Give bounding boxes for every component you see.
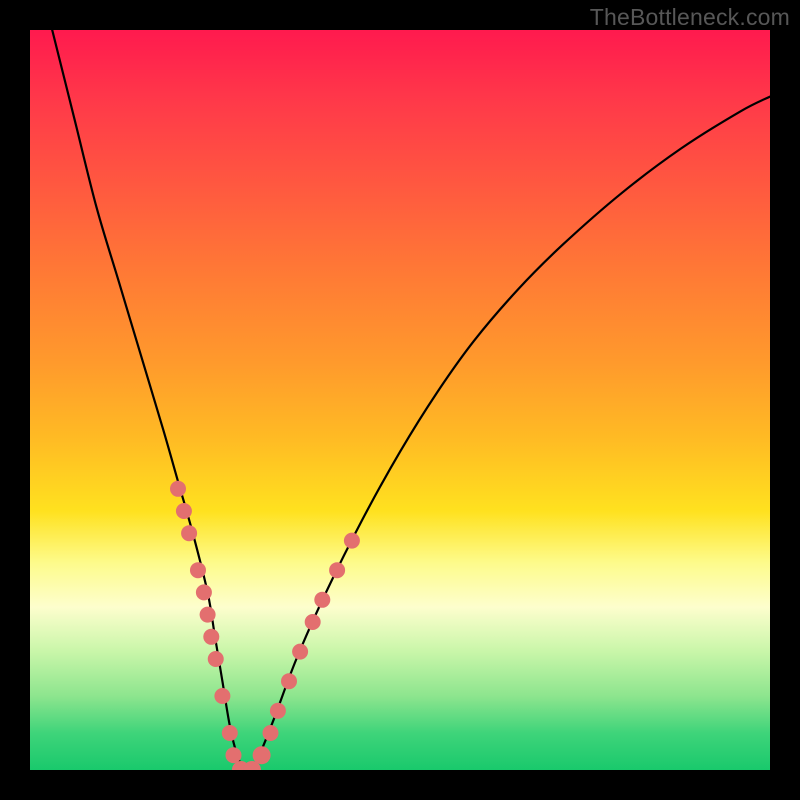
- chart-svg: [30, 30, 770, 770]
- curve-marker: [292, 644, 308, 660]
- curve-marker: [344, 533, 360, 549]
- chart-frame: TheBottleneck.com: [0, 0, 800, 800]
- curve-marker: [314, 592, 330, 608]
- watermark-text: TheBottleneck.com: [590, 4, 790, 31]
- curve-marker: [196, 584, 212, 600]
- curve-marker: [226, 747, 242, 763]
- curve-marker: [181, 525, 197, 541]
- curve-marker: [214, 688, 230, 704]
- curve-marker: [253, 746, 271, 764]
- curve-markers: [170, 481, 360, 770]
- plot-area: [30, 30, 770, 770]
- curve-marker: [329, 562, 345, 578]
- curve-marker: [222, 725, 238, 741]
- curve-marker: [200, 607, 216, 623]
- curve-marker: [190, 562, 206, 578]
- curve-marker: [270, 703, 286, 719]
- curve-marker: [176, 503, 192, 519]
- curve-marker: [203, 629, 219, 645]
- curve-marker: [263, 725, 279, 741]
- curve-marker: [208, 651, 224, 667]
- bottleneck-curve: [52, 30, 770, 770]
- curve-marker: [170, 481, 186, 497]
- curve-marker: [305, 614, 321, 630]
- curve-marker: [281, 673, 297, 689]
